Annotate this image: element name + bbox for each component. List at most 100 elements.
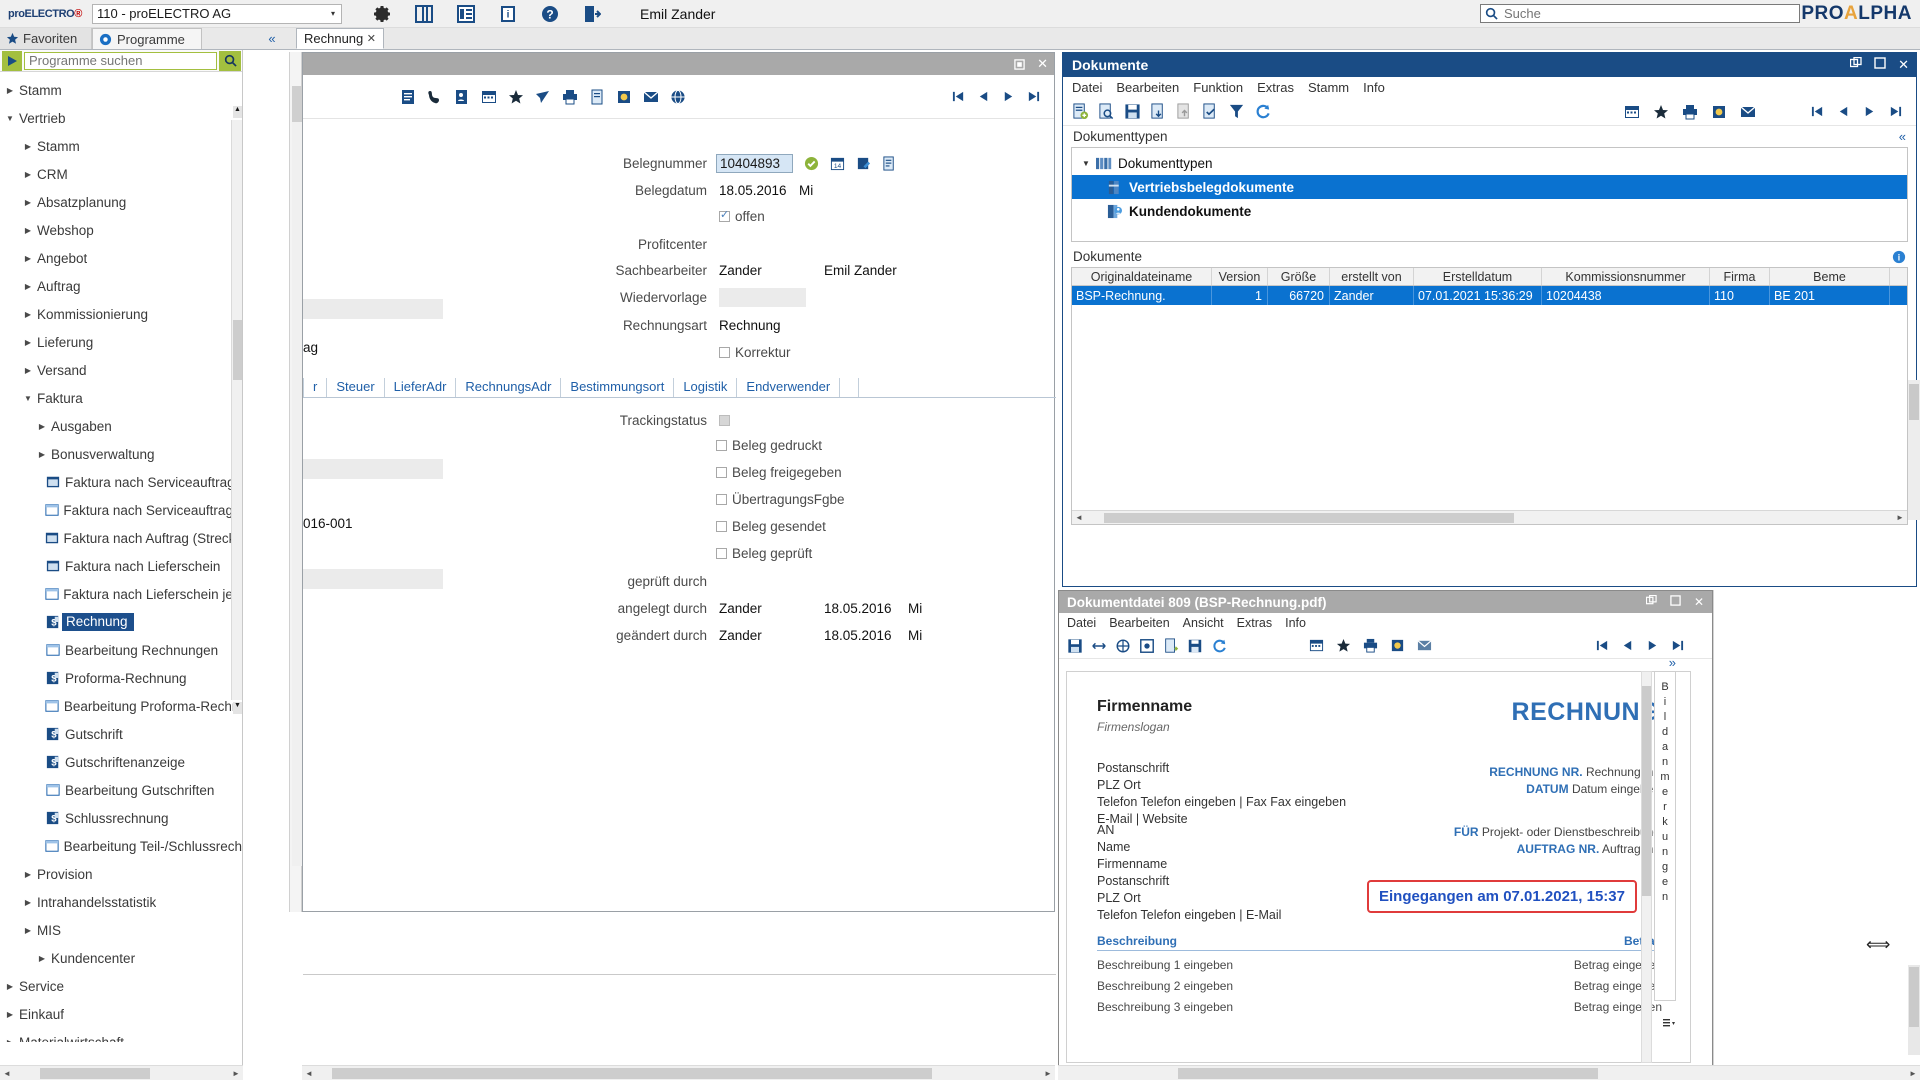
sidebar-item-faktura-nach-auftrag-streckeng[interactable]: Faktura nach Auftrag (Streckeng (0, 524, 242, 552)
edit-doc-icon[interactable] (856, 156, 871, 171)
panel-icon[interactable] (412, 2, 436, 26)
scroll-thumb[interactable] (1642, 686, 1651, 896)
chevron-right-icon[interactable]: ▶ (22, 282, 34, 291)
help-icon[interactable]: ? (538, 2, 562, 26)
menu-info[interactable]: Info (1285, 616, 1306, 630)
scroll-down-arrow[interactable]: ▼ (233, 702, 242, 714)
menu-bearbeiten[interactable]: Bearbeiten (1116, 80, 1179, 95)
next-record-icon[interactable] (1002, 90, 1015, 103)
scroll-left-arrow[interactable]: ◄ (0, 1069, 14, 1078)
restore-icon[interactable] (1014, 58, 1025, 70)
mail-icon[interactable] (1417, 638, 1432, 653)
import-doc-icon[interactable] (1150, 103, 1167, 120)
export-icon[interactable] (1163, 637, 1179, 654)
offen-checkbox[interactable] (719, 208, 730, 222)
chevron-right-icon[interactable]: ▶ (22, 198, 34, 207)
sidebar-item-kommissionierung[interactable]: ▶ Kommissionierung (0, 300, 242, 328)
form-tab-row[interactable]: r Steuer LieferAdr RechnungsAdr Bestimmungs… (303, 377, 1056, 398)
menu-extras[interactable]: Extras (1237, 616, 1272, 630)
first-page-icon[interactable] (1596, 639, 1609, 652)
sidebar-item-materialwirtschaft[interactable]: ▶ Materialwirtschaft (0, 1028, 242, 1043)
run-program-button[interactable] (2, 50, 22, 71)
calendar-blue-icon[interactable]: 14 (830, 156, 845, 171)
sidebar-item-versand[interactable]: ▶ Versand (0, 356, 242, 384)
sidebar-item-angebot[interactable]: ▶ Angebot (0, 244, 242, 272)
attach-icon[interactable] (616, 89, 632, 105)
chevron-down-icon[interactable]: ▼ (22, 394, 34, 403)
dokumenttypen-tree[interactable]: ▼ Dokumenttypen Vertriebsbelegdokumente Kun… (1071, 147, 1908, 242)
collapse-section-button[interactable]: « (1899, 129, 1906, 144)
attach-icon[interactable] (1390, 638, 1405, 653)
chevron-right-icon[interactable]: ▶ (22, 926, 34, 935)
chevron-right-icon[interactable]: ▶ (22, 254, 34, 263)
dokumente-menubar[interactable]: Datei Bearbeiten Funktion Extras Stamm Info (1063, 77, 1916, 98)
contact-icon[interactable] (454, 89, 470, 105)
print-icon[interactable] (562, 89, 578, 105)
scroll-thumb[interactable] (40, 1067, 150, 1079)
leftnav-horizontal-scrollbar[interactable]: ◄ ► (0, 1065, 243, 1080)
globe-icon[interactable] (670, 89, 686, 105)
logout-icon[interactable] (580, 2, 604, 26)
last-record-icon[interactable] (1889, 105, 1902, 118)
scroll-up-arrow[interactable]: ▲ (233, 106, 242, 118)
print-icon[interactable] (1363, 638, 1378, 653)
menu-stamm[interactable]: Stamm (1308, 80, 1349, 95)
notes-icon[interactable] (400, 89, 416, 105)
sidebar-item-service[interactable]: ▶ Service (0, 972, 242, 1000)
sidebar-item-ausgaben[interactable]: ▶ Ausgaben (0, 412, 242, 440)
menu-ansicht[interactable]: Ansicht (1183, 616, 1224, 630)
sidebar-item-vertrieb[interactable]: ▼ Vertrieb (0, 104, 242, 132)
restore-down-icon[interactable] (1645, 595, 1657, 609)
form-tab-steuer[interactable]: Steuer (327, 378, 385, 397)
beleg-geprueft-checkbox[interactable] (716, 547, 727, 559)
first-record-icon[interactable] (952, 90, 965, 103)
nav-vertical-scrollbar[interactable]: ▲ ▼ (231, 106, 242, 714)
sidebar-item-gutschriftenanzeige[interactable]: $ Gutschriftenanzeige (0, 748, 242, 776)
refresh-icon[interactable] (1211, 638, 1227, 654)
chevron-right-icon[interactable]: ▶ (22, 226, 34, 235)
export-doc-icon[interactable] (1176, 103, 1193, 120)
scroll-right-arrow[interactable]: ► (1893, 513, 1907, 522)
fit-page-icon[interactable] (1115, 638, 1131, 654)
program-search-input[interactable] (24, 51, 217, 70)
column-header-beme[interactable]: Beme (1770, 268, 1890, 285)
sidebar-item-faktura-nach-serviceauftrag[interactable]: Faktura nach Serviceauftrag (0, 468, 242, 496)
pdfviewer-horizontal-scrollbar[interactable]: ► (1058, 1065, 1920, 1080)
scroll-left-arrow[interactable]: ◄ (1072, 513, 1086, 522)
sidebar-item-stamm[interactable]: ▶ Stamm (0, 76, 242, 104)
beleg-freigegeben-checkbox[interactable] (716, 466, 727, 478)
menu-extras[interactable]: Extras (1257, 80, 1294, 95)
next-record-icon[interactable] (1863, 105, 1876, 118)
sidebar-item-bearbeitung-gutschriften[interactable]: Bearbeitung Gutschriften (0, 776, 242, 804)
chevron-right-icon[interactable]: ▶ (4, 86, 16, 95)
chevron-right-icon[interactable]: ▶ (4, 982, 16, 991)
program-tree[interactable]: ▶ Stamm ▼ Vertrieb ▶ Stamm ▶ CRM ▶ Absatzplanung ▶… (0, 72, 242, 1043)
calendar-icon[interactable] (481, 89, 497, 105)
tab-programme[interactable]: Programme (92, 28, 202, 49)
sidebar-item-webshop[interactable]: ▶ Webshop (0, 216, 242, 244)
chevron-right-icon[interactable]: ▶ (36, 954, 48, 963)
calendar-icon[interactable] (1309, 638, 1324, 653)
form-horizontal-scrollbar[interactable]: ◄ ► (302, 1065, 1055, 1080)
form-tab-rechnungsadr[interactable]: RechnungsAdr (456, 378, 562, 397)
document-icon[interactable] (589, 89, 605, 105)
sidebar-item-faktura-nach-lieferschein[interactable]: Faktura nach Lieferschein (0, 552, 242, 580)
check-doc-icon[interactable] (1202, 103, 1219, 120)
maximize-icon[interactable] (1670, 595, 1681, 609)
pdf-vertical-scrollbar[interactable] (1641, 671, 1652, 1063)
prev-page-icon[interactable] (1621, 639, 1634, 652)
next-page-icon[interactable] (1646, 639, 1659, 652)
global-search[interactable] (1480, 4, 1800, 23)
scroll-right-arrow[interactable]: ► (1041, 1069, 1055, 1078)
column-header-originaldateiname[interactable]: Originaldateiname (1072, 268, 1212, 285)
chevron-right-icon[interactable]: ▶ (4, 1038, 16, 1043)
chevron-right-icon[interactable]: ▶ (22, 170, 34, 179)
outer-vertical-scrollbar[interactable] (1908, 380, 1920, 520)
close-icon[interactable]: ✕ (1037, 56, 1048, 72)
form-tab-overflow[interactable] (840, 378, 860, 397)
gear-icon[interactable] (370, 2, 394, 26)
chevron-right-icon[interactable]: ▶ (36, 422, 48, 431)
column-header-gr-e[interactable]: Größe (1268, 268, 1330, 285)
last-page-icon[interactable] (1671, 639, 1684, 652)
sidebar-item-faktura[interactable]: ▼ Faktura (0, 384, 242, 412)
